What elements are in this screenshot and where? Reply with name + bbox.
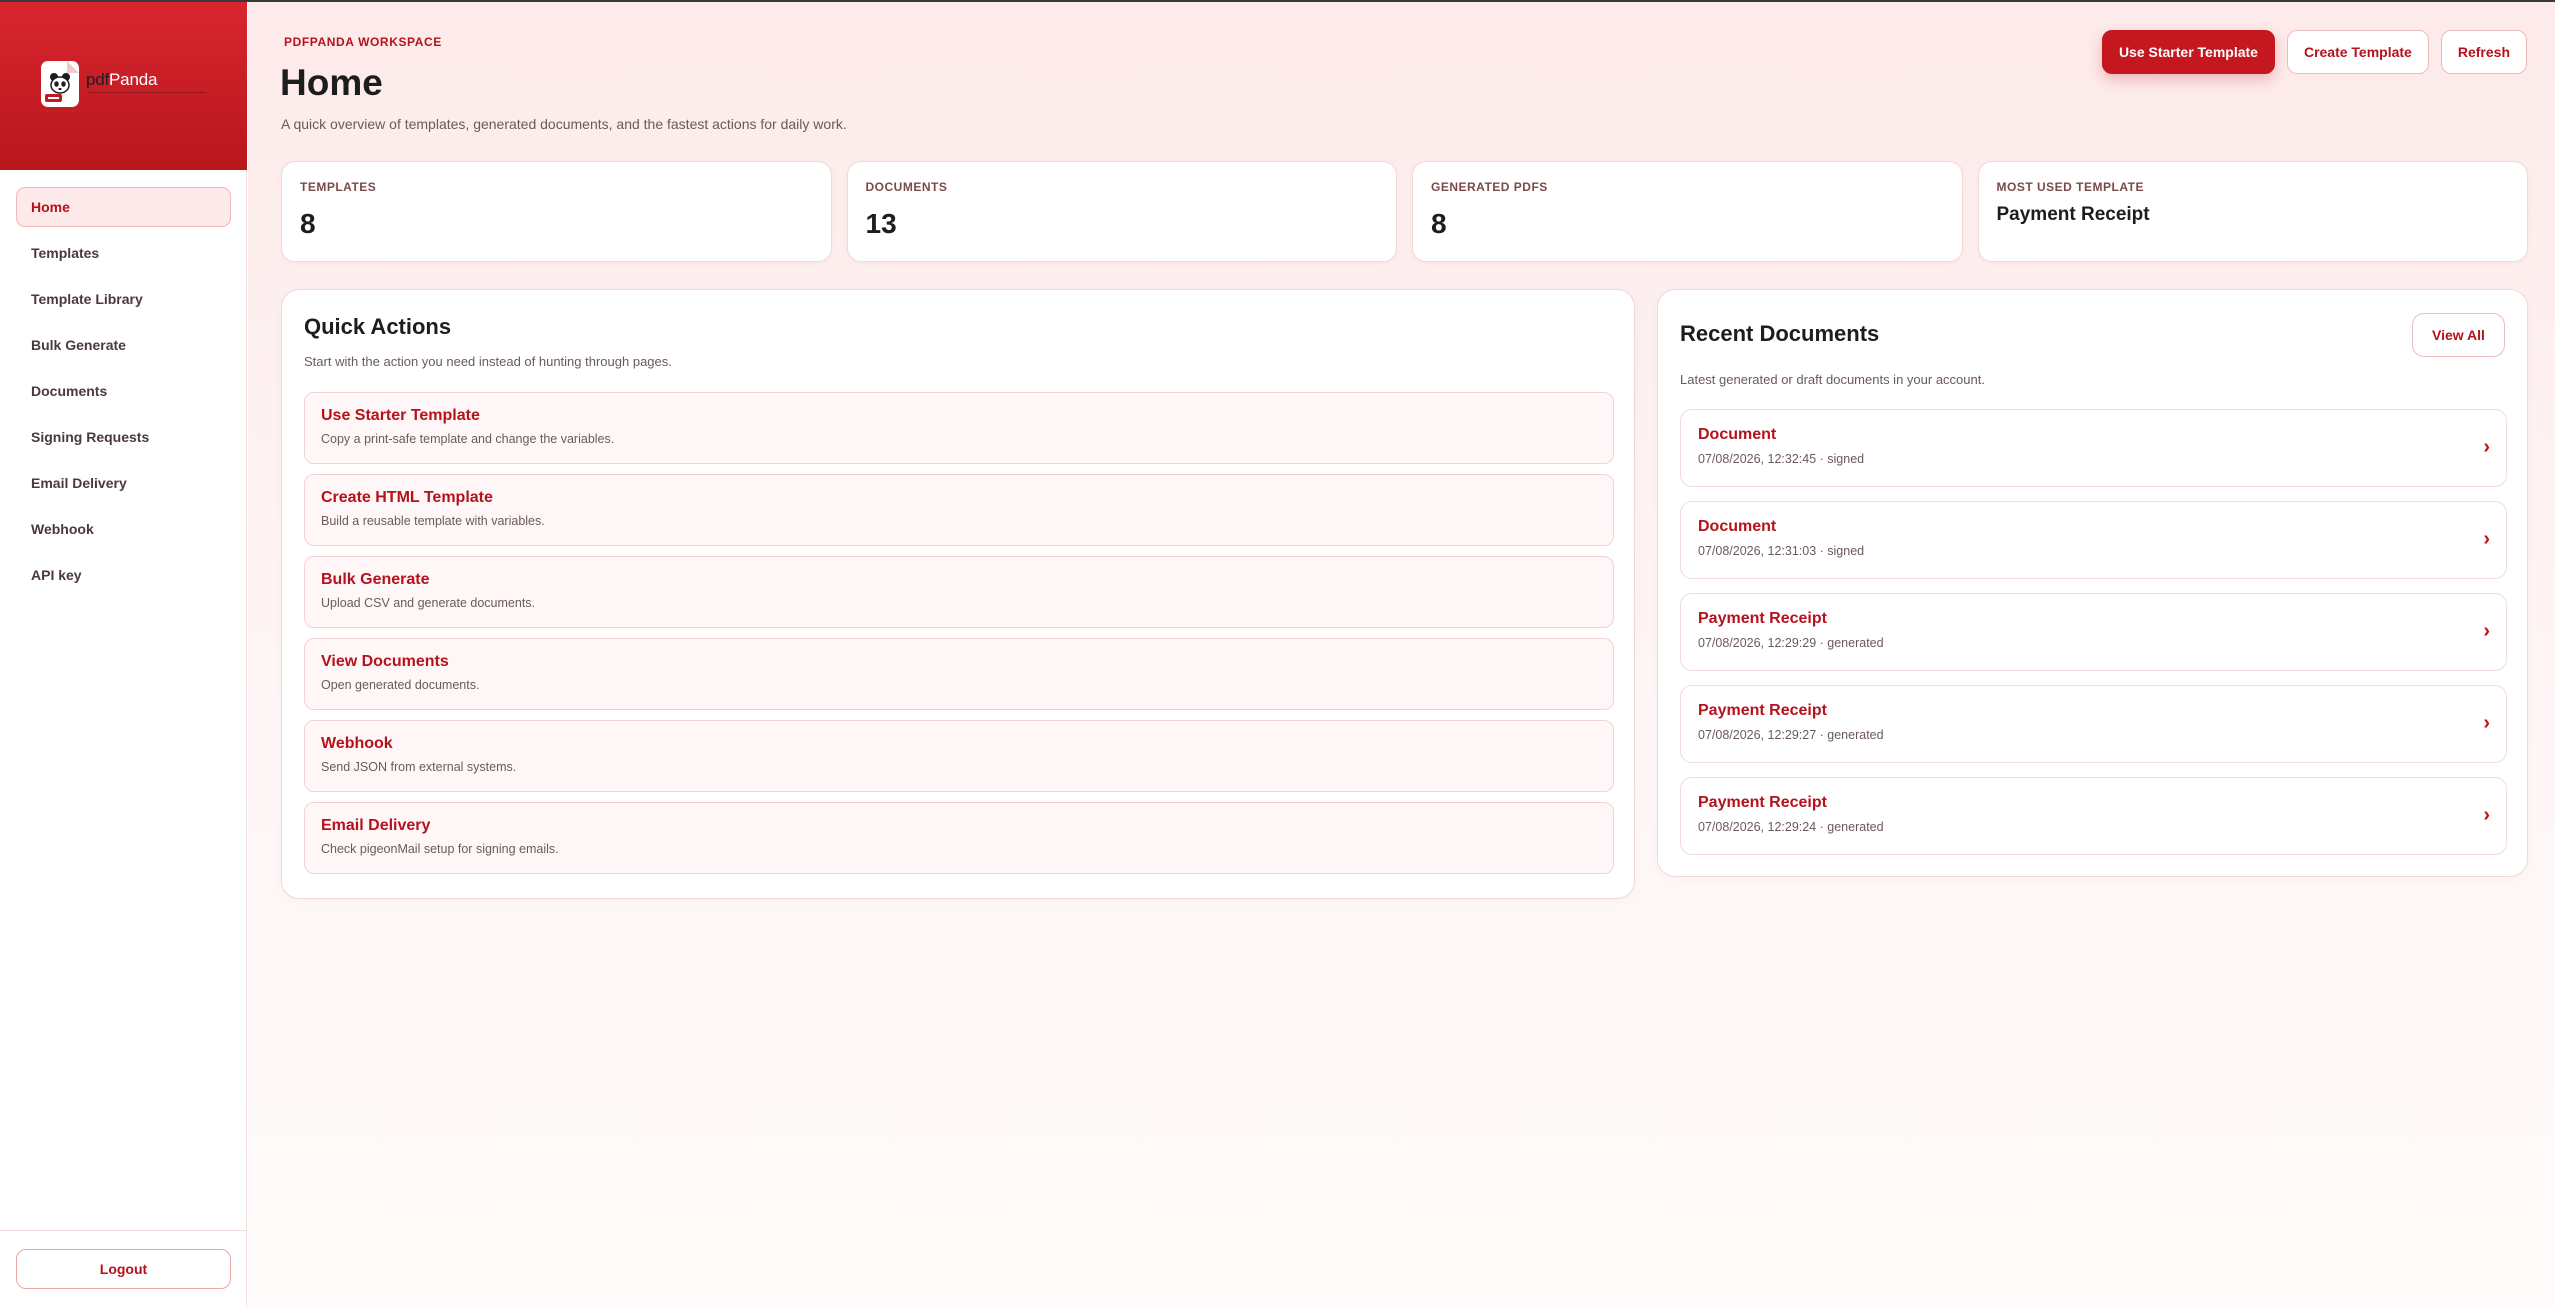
recent-document-row[interactable]: Payment Receipt 07/08/2026, 12:29:24 · g…: [1680, 777, 2507, 855]
page-subtitle: A quick overview of templates, generated…: [281, 116, 847, 132]
quick-action-view-documents[interactable]: View Documents Open generated documents.: [304, 638, 1614, 710]
sidebar-item-documents[interactable]: Documents: [16, 371, 231, 411]
recent-document-row[interactable]: Payment Receipt 07/08/2026, 12:29:27 · g…: [1680, 685, 2507, 763]
sidebar: pdfPanda Home Templates Template Library…: [0, 0, 247, 1307]
quick-action-desc: Open generated documents.: [321, 678, 480, 692]
chevron-right-icon: ›: [2483, 436, 2490, 458]
recent-document-title: Document: [1698, 518, 1777, 535]
stat-value: 8: [1431, 208, 1447, 239]
recent-documents-subtitle: Latest generated or draft documents in y…: [1680, 372, 1985, 387]
chevron-right-icon: ›: [2483, 528, 2490, 550]
recent-document-title: Payment Receipt: [1698, 610, 1827, 627]
brand-header: pdfPanda: [0, 0, 247, 170]
header-actions: Use Starter Template Create Template Ref…: [2101, 30, 2527, 74]
brand-name: pdfPanda: [86, 70, 157, 90]
recent-document-title: Payment Receipt: [1698, 794, 1827, 811]
quick-action-bulk-generate[interactable]: Bulk Generate Upload CSV and generate do…: [304, 556, 1614, 628]
panda-document-icon: [41, 61, 79, 107]
stat-label: MOST USED TEMPLATE: [1996, 180, 2144, 194]
quick-actions-list: Use Starter Template Copy a print-safe t…: [304, 392, 1614, 884]
quick-action-desc: Upload CSV and generate documents.: [321, 596, 536, 610]
quick-action-desc: Send JSON from external systems.: [321, 760, 517, 774]
use-starter-template-button[interactable]: Use Starter Template: [2101, 30, 2275, 74]
recent-document-row[interactable]: Payment Receipt 07/08/2026, 12:29:29 · g…: [1680, 593, 2507, 671]
recent-documents-list: Document 07/08/2026, 12:32:45 · signed ›…: [1680, 409, 2507, 869]
quick-action-title: Use Starter Template: [321, 407, 480, 424]
top-border: [0, 0, 2555, 2]
stat-card-documents: DOCUMENTS 13: [846, 161, 1397, 262]
stat-card-most-used-template: MOST USED TEMPLATE Payment Receipt: [1977, 161, 2528, 262]
quick-action-use-starter-template[interactable]: Use Starter Template Copy a print-safe t…: [304, 392, 1614, 464]
stat-value: Payment Receipt: [1996, 204, 2150, 225]
recent-documents-panel: Recent Documents View All Latest generat…: [1657, 289, 2528, 877]
quick-actions-subtitle: Start with the action you need instead o…: [304, 354, 672, 369]
recent-documents-title: Recent Documents: [1680, 321, 1880, 346]
recent-document-meta: 07/08/2026, 12:31:03 · signed: [1698, 544, 1865, 558]
brand-name-prefix: pdf: [86, 70, 110, 89]
recent-document-meta: 07/08/2026, 12:29:24 · generated: [1698, 820, 1884, 834]
workspace-eyebrow: PDFPANDA WORKSPACE: [284, 35, 442, 49]
logout-button[interactable]: Logout: [16, 1249, 231, 1289]
quick-action-email-delivery[interactable]: Email Delivery Check pigeonMail setup fo…: [304, 802, 1614, 874]
sidebar-item-email-delivery[interactable]: Email Delivery: [16, 463, 231, 503]
recent-document-row[interactable]: Document 07/08/2026, 12:31:03 · signed ›: [1680, 501, 2507, 579]
main-content: PDFPANDA WORKSPACE Home A quick overview…: [248, 0, 2555, 1307]
sidebar-item-home[interactable]: Home: [16, 187, 231, 227]
quick-action-webhook[interactable]: Webhook Send JSON from external systems.: [304, 720, 1614, 792]
sidebar-divider: [0, 1230, 247, 1231]
stat-card-generated-pdfs: GENERATED PDFS 8: [1412, 161, 1963, 262]
view-all-button[interactable]: View All: [2412, 313, 2505, 357]
create-template-button[interactable]: Create Template: [2286, 30, 2429, 74]
stat-value: 8: [300, 208, 316, 239]
page-title: Home: [280, 62, 383, 103]
quick-action-title: Bulk Generate: [321, 571, 430, 588]
stat-value: 13: [865, 208, 897, 239]
quick-action-title: Email Delivery: [321, 817, 431, 834]
quick-action-title: Webhook: [321, 735, 393, 752]
chevron-right-icon: ›: [2483, 804, 2490, 826]
brand-underline: [88, 92, 206, 93]
stats-row: TEMPLATES 8 DOCUMENTS 13 GENERATED PDFS …: [281, 161, 2528, 262]
refresh-button[interactable]: Refresh: [2440, 30, 2527, 74]
quick-actions-title: Quick Actions: [304, 314, 452, 339]
sidebar-item-webhook[interactable]: Webhook: [16, 509, 231, 549]
stat-label: DOCUMENTS: [865, 180, 948, 194]
stat-label: GENERATED PDFS: [1431, 180, 1548, 194]
quick-action-desc: Check pigeonMail setup for signing email…: [321, 842, 559, 856]
sidebar-item-bulk-generate[interactable]: Bulk Generate: [16, 325, 231, 365]
recent-document-row[interactable]: Document 07/08/2026, 12:32:45 · signed ›: [1680, 409, 2507, 487]
sidebar-item-api-key[interactable]: API key: [16, 555, 231, 595]
recent-document-meta: 07/08/2026, 12:29:29 · generated: [1698, 636, 1884, 650]
stat-card-templates: TEMPLATES 8: [281, 161, 832, 262]
recent-document-title: Payment Receipt: [1698, 702, 1827, 719]
quick-actions-panel: Quick Actions Start with the action you …: [281, 289, 1635, 899]
quick-action-desc: Copy a print-safe template and change th…: [321, 432, 615, 446]
sidebar-item-templates[interactable]: Templates: [16, 233, 231, 273]
chevron-right-icon: ›: [2483, 620, 2490, 642]
sidebar-nav: Home Templates Template Library Bulk Gen…: [16, 187, 231, 601]
quick-action-title: View Documents: [321, 653, 449, 670]
sidebar-item-signing-requests[interactable]: Signing Requests: [16, 417, 231, 457]
recent-document-title: Document: [1698, 426, 1777, 443]
recent-document-meta: 07/08/2026, 12:32:45 · signed: [1698, 452, 1865, 466]
quick-action-desc: Build a reusable template with variables…: [321, 514, 545, 528]
quick-action-title: Create HTML Template: [321, 489, 493, 506]
stat-label: TEMPLATES: [300, 180, 377, 194]
recent-document-meta: 07/08/2026, 12:29:27 · generated: [1698, 728, 1884, 742]
sidebar-item-template-library[interactable]: Template Library: [16, 279, 231, 319]
brand-name-suffix: Panda: [109, 70, 158, 89]
chevron-right-icon: ›: [2483, 712, 2490, 734]
quick-action-create-html-template[interactable]: Create HTML Template Build a reusable te…: [304, 474, 1614, 546]
